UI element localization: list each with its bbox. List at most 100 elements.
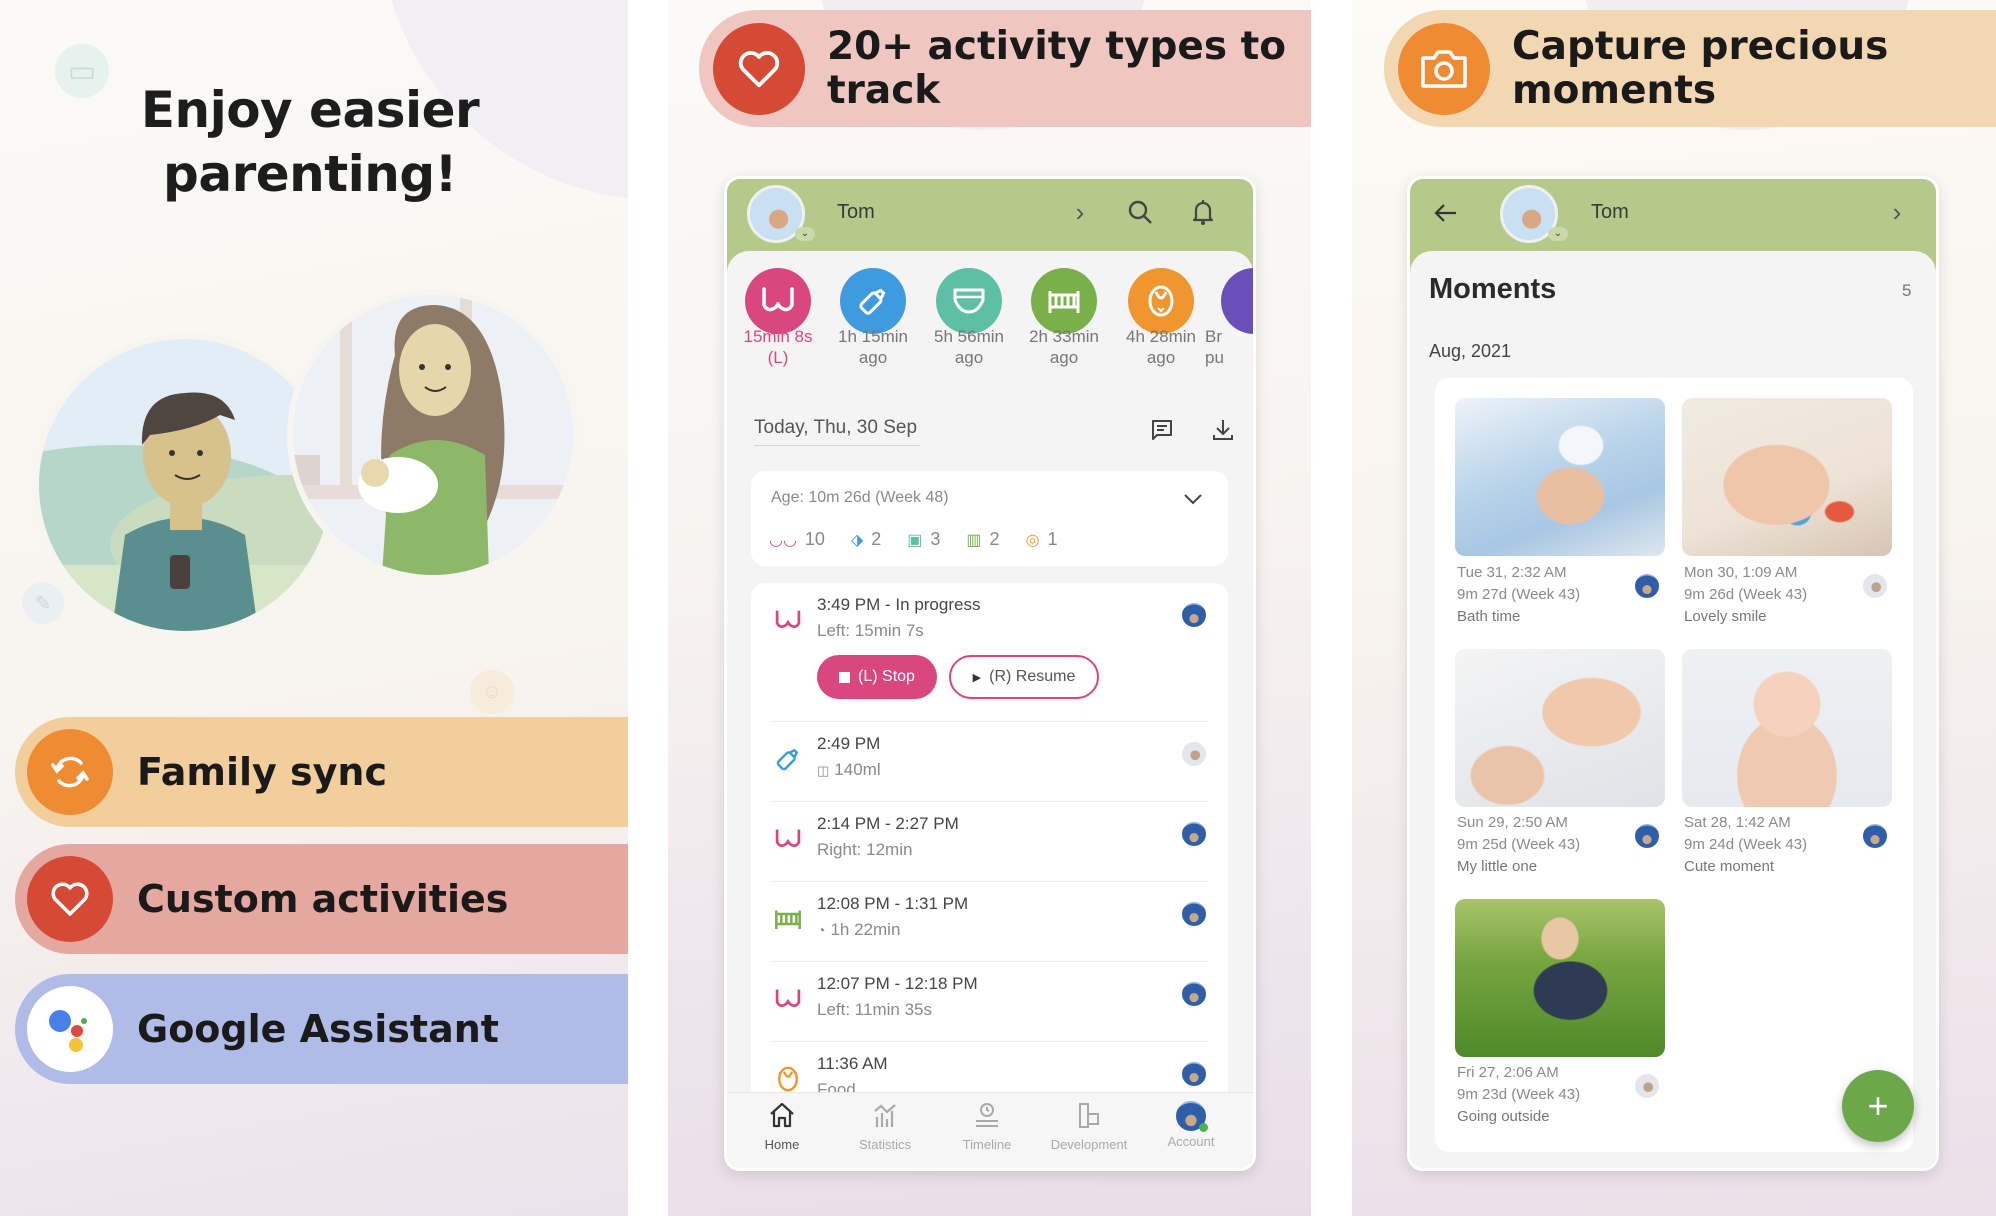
timeline-icon	[976, 1103, 998, 1127]
timeline-time: 11:36 AM	[817, 1054, 888, 1073]
chevron-down-icon[interactable]: ⌄	[795, 227, 815, 241]
bottle-icon	[773, 744, 803, 774]
moment-meta: Sat 28, 1:42 AM 9m 24d (Week 43) Cute mome…	[1684, 814, 1808, 875]
activity-food-button[interactable]	[1128, 268, 1194, 334]
timeline-card: 3:49 PM - In progress Left: 15min 7s (L)…	[751, 583, 1228, 1103]
activity-sleep-button[interactable]	[1031, 268, 1097, 334]
bib-icon: ◎	[1025, 531, 1040, 549]
timeline-item[interactable]: 12:07 PM - 12:18 PM Left: 11min 35s	[751, 962, 1228, 1041]
notes-icon[interactable]	[1147, 415, 1177, 445]
moments-count: 5	[1902, 281, 1912, 300]
stop-button[interactable]: (L) Stop	[817, 655, 937, 699]
timeline-time: 12:08 PM - 1:31 PM	[817, 894, 969, 913]
timeline-item[interactable]: 2:14 PM - 2:27 PM Right: 12min	[751, 802, 1228, 881]
timeline-item[interactable]: 3:49 PM - In progress Left: 15min 7s (L)…	[751, 583, 1228, 721]
stop-icon	[839, 671, 851, 683]
caregiver-avatar	[1635, 1074, 1659, 1098]
moment-meta: Tue 31, 2:32 AM 9m 27d (Week 43) Bath time	[1457, 564, 1581, 625]
count-breastfeeding: 10	[804, 529, 825, 549]
count-food: 1	[1047, 529, 1058, 549]
moment-photo[interactable]	[1455, 899, 1665, 1057]
child-age: Age: 10m 26d (Week 48)	[771, 489, 949, 506]
play-icon: ▶	[972, 671, 982, 684]
activity-bottle-button[interactable]	[840, 268, 906, 334]
search-icon[interactable]	[1125, 197, 1155, 227]
download-icon[interactable]	[1208, 415, 1238, 445]
headline-line1: Capture precious	[1512, 23, 1889, 69]
nav-account[interactable]: Account	[1141, 1101, 1241, 1149]
heart-icon	[27, 856, 113, 942]
home-screen: ⌄ Tom › 15min 8s (L) 1h 15min ago 5h 56min…	[724, 176, 1256, 1171]
count-sleep: 2	[989, 529, 1000, 549]
crib-icon: ▥	[966, 531, 982, 549]
cup-icon: ◫	[817, 763, 830, 778]
headline-line2: track	[827, 67, 941, 113]
moment-meta: Mon 30, 1:09 AM 9m 26d (Week 43) Lovely sm…	[1684, 564, 1808, 625]
timeline-time: 2:14 PM - 2:27 PM	[817, 814, 959, 833]
activity-bottle-label: 1h 15min ago	[838, 327, 908, 367]
timeline-detail: ◫ 140ml	[817, 760, 881, 779]
diaper-icon: ▣	[907, 531, 923, 549]
timeline-item[interactable]: 12:08 PM - 1:31 PM ◔ 1h 22min	[751, 882, 1228, 961]
statistics-icon	[874, 1104, 896, 1127]
daily-summary-card[interactable]: Age: 10m 26d (Week 48) ◡◡ 10 ⬗ 2 ▣ 3 ▥ 2 ◎ 1	[751, 471, 1228, 566]
activity-breastfeeding-label: 15min 8s (L)	[743, 327, 813, 367]
nav-statistics[interactable]: Statistics	[835, 1101, 935, 1152]
caregiver-avatar	[1182, 603, 1206, 627]
caregiver-avatar	[1635, 574, 1659, 598]
activity-counts: ◡◡ 10 ⬗ 2 ▣ 3 ▥ 2 ◎ 1	[769, 529, 1058, 550]
nav-home[interactable]: Home	[732, 1101, 832, 1152]
caregiver-avatar	[1182, 1062, 1206, 1086]
activity-sleep-label: 2h 33min ago	[1029, 327, 1099, 367]
timeline-detail: Left: 15min 7s	[817, 621, 924, 640]
timeline-detail: ◔ 1h 22min	[817, 920, 901, 939]
child-name[interactable]: Tom	[1591, 201, 1629, 224]
feature-family-sync: Family sync	[15, 717, 628, 827]
timeline-item[interactable]: 2:49 PM ◫ 140ml	[751, 722, 1228, 801]
chevron-down-icon[interactable]	[1179, 485, 1207, 513]
activity-diaper-button[interactable]	[936, 268, 1002, 334]
development-icon	[1079, 1103, 1099, 1128]
chevron-down-icon[interactable]: ⌄	[1548, 227, 1568, 241]
parents-illustration	[33, 289, 579, 637]
feature-custom-activities: Custom activities	[15, 844, 628, 954]
activity-breastfeeding-button[interactable]	[745, 268, 811, 334]
feature-label: Family sync	[137, 750, 387, 794]
crib-icon	[773, 904, 803, 934]
bottle-icon: ⬗	[850, 531, 864, 549]
bottom-navigation: Home Statistics Timeline Development Acc…	[727, 1092, 1253, 1168]
timeline-time: 12:07 PM - 12:18 PM	[817, 974, 978, 993]
caregiver-avatar	[1182, 902, 1206, 926]
moment-photo[interactable]	[1455, 398, 1665, 556]
moment-meta: Sun 29, 2:50 AM 9m 25d (Week 43) My little…	[1457, 814, 1581, 875]
date-selector[interactable]: Today, Thu, 30 Sep	[754, 417, 920, 446]
chevron-right-icon[interactable]: ›	[1065, 197, 1095, 227]
month-header: Aug, 2021	[1429, 341, 1512, 361]
sync-icon	[27, 729, 113, 815]
breastfeeding-icon	[773, 984, 803, 1014]
promo-panel-family: ▭ ✎ ☺ Enjoy easier parenting! Family syn…	[0, 0, 628, 1216]
breastfeeding-icon: ◡◡	[769, 531, 797, 549]
timeline-time: 3:49 PM - In progress	[817, 595, 981, 614]
google-assistant-icon	[27, 986, 113, 1072]
moment-photo[interactable]	[1682, 398, 1892, 556]
online-indicator	[1199, 1123, 1208, 1132]
moments-headline: Capture precious moments	[1512, 23, 1889, 113]
resume-button[interactable]: ▶ (R) Resume	[949, 655, 1099, 699]
back-arrow-icon[interactable]	[1430, 197, 1462, 229]
add-moment-button[interactable]: +	[1842, 1070, 1914, 1142]
caregiver-avatar	[1182, 982, 1206, 1006]
nav-timeline[interactable]: Timeline	[937, 1101, 1037, 1152]
hero-headline: Enjoy easier parenting!	[60, 78, 560, 206]
feature-label: Custom activities	[137, 877, 509, 921]
breastfeeding-icon	[773, 605, 803, 635]
bell-icon[interactable]	[1188, 197, 1218, 227]
nav-development[interactable]: Development	[1039, 1101, 1139, 1152]
child-name[interactable]: Tom	[837, 201, 875, 224]
chevron-right-icon[interactable]: ›	[1882, 197, 1912, 227]
activity-diaper-label: 5h 56min ago	[934, 327, 1004, 367]
moment-photo[interactable]	[1682, 649, 1892, 807]
promo-panel-activities: 20+ activity types to track ⌄ Tom › 15mi…	[668, 0, 1311, 1216]
account-avatar	[1176, 1101, 1208, 1132]
moment-photo[interactable]	[1455, 649, 1665, 807]
